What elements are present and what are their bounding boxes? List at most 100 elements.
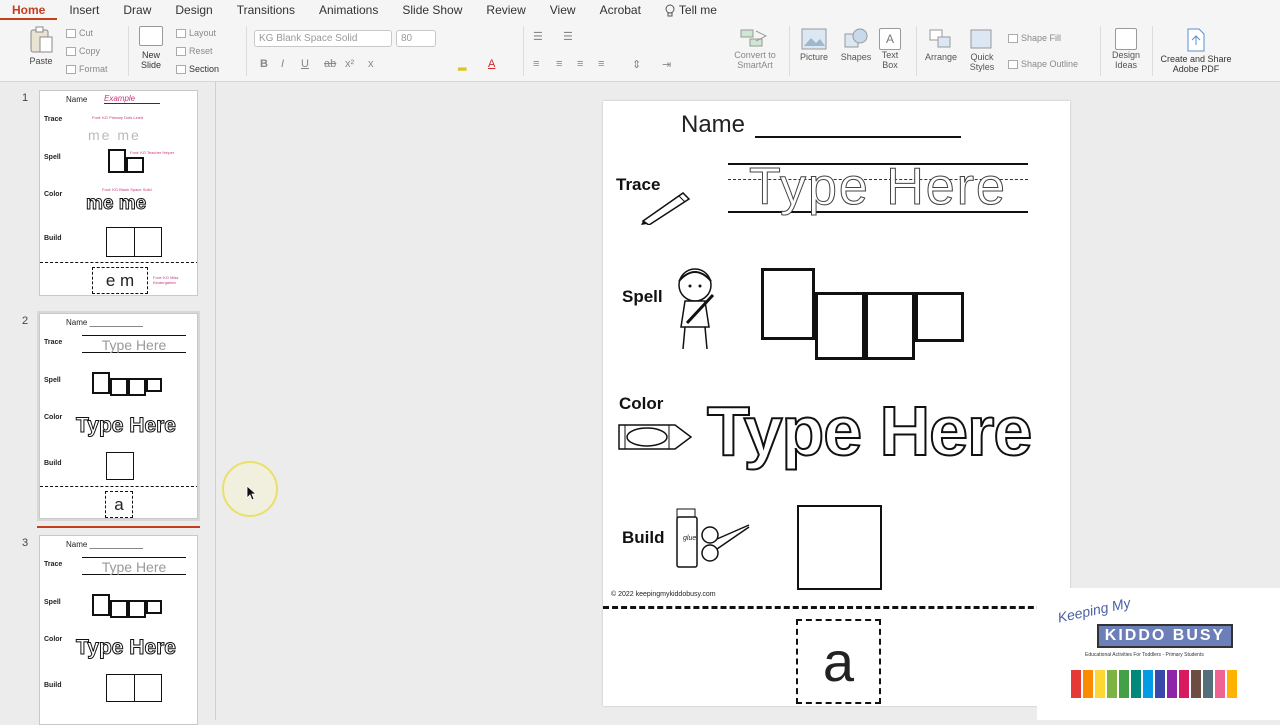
tab-draw[interactable]: Draw bbox=[111, 0, 163, 20]
highlight-button[interactable]: ▂ bbox=[458, 58, 466, 71]
thumb-trace-label: Trace bbox=[44, 116, 63, 123]
tab-transitions[interactable]: Transitions bbox=[225, 0, 307, 20]
divider bbox=[134, 227, 135, 257]
thumb-spell-box bbox=[126, 157, 144, 173]
copy-button[interactable]: Copy bbox=[66, 46, 100, 56]
paste-button[interactable]: Paste bbox=[24, 26, 58, 66]
font-color-button[interactable]: A bbox=[488, 58, 495, 70]
clipboard-icon bbox=[30, 26, 53, 53]
slide-selection-indicator bbox=[37, 526, 200, 528]
line-spacing-button[interactable]: ⇕ bbox=[632, 58, 641, 71]
numbering-button[interactable]: ☰ bbox=[563, 30, 573, 43]
layout-button[interactable]: Layout bbox=[176, 28, 216, 38]
create-pdf-label-1: Create and Share bbox=[1160, 54, 1232, 64]
design-ideas-button[interactable]: Design Ideas bbox=[1106, 28, 1146, 70]
slide-thumbnail-2[interactable]: Name ____________ Trace Type Here Spell … bbox=[37, 311, 200, 521]
divider bbox=[1152, 26, 1153, 76]
build-box[interactable] bbox=[797, 505, 882, 590]
shapes-label: Shapes bbox=[840, 52, 872, 62]
quick-styles-button[interactable]: Quick Styles bbox=[964, 28, 1000, 72]
new-slide-button[interactable]: New Slide bbox=[134, 26, 168, 70]
reset-label: Reset bbox=[189, 46, 213, 56]
build-label[interactable]: Build bbox=[622, 528, 665, 548]
spell-box[interactable] bbox=[815, 292, 865, 360]
thumb-trace-label: Trace bbox=[44, 561, 63, 568]
slide-thumbnail-3[interactable]: Name ____________ Trace Type Here Spell … bbox=[39, 535, 198, 725]
convert-smartart-button[interactable]: Convert to SmartArt bbox=[728, 28, 782, 70]
picture-icon bbox=[801, 28, 827, 50]
tab-review[interactable]: Review bbox=[474, 0, 537, 20]
font-name-dropdown[interactable]: KG Blank Space Solid bbox=[254, 30, 392, 47]
tab-insert[interactable]: Insert bbox=[57, 0, 111, 20]
thumb-build-label: Build bbox=[44, 682, 62, 689]
thumb-example-text: Example bbox=[104, 94, 160, 104]
underline-button[interactable]: U bbox=[301, 58, 309, 70]
text-box-label-1: Text bbox=[881, 50, 899, 60]
thumb-spell-box bbox=[146, 378, 162, 392]
tab-design[interactable]: Design bbox=[163, 0, 224, 20]
spell-label[interactable]: Spell bbox=[622, 287, 663, 307]
italic-button[interactable]: I bbox=[281, 58, 284, 70]
slide-name-label[interactable]: Name bbox=[681, 111, 745, 139]
section-button[interactable]: Section bbox=[176, 64, 219, 74]
divider bbox=[246, 26, 247, 76]
cut-button[interactable]: Cut bbox=[66, 28, 93, 38]
subscript-button[interactable]: x bbox=[368, 58, 374, 70]
shape-outline-button[interactable]: Shape Outline bbox=[1008, 59, 1078, 69]
thumb-trace-word: Type Here bbox=[82, 335, 186, 353]
text-box-label-2: Box bbox=[882, 60, 898, 70]
color-word-text[interactable]: Type Here bbox=[706, 391, 1033, 471]
slide-thumbnail-1[interactable]: Name Example Trace Font: KG Primary Dots… bbox=[39, 90, 198, 296]
divider bbox=[134, 674, 135, 702]
slide-thumbnail-pane[interactable]: 1 Name Example Trace Font: KG Primary Do… bbox=[0, 82, 216, 725]
convert-label-1: Convert to bbox=[734, 50, 776, 60]
text-box-button[interactable]: A Text Box bbox=[876, 28, 904, 70]
slide-canvas[interactable]: Name Trace Type Here Spell Color Type He… bbox=[603, 101, 1070, 706]
superscript-button[interactable]: x² bbox=[345, 58, 354, 70]
align-center-button[interactable]: ≡ bbox=[556, 58, 562, 70]
tab-view[interactable]: View bbox=[538, 0, 588, 20]
thumb-cut-line bbox=[40, 486, 197, 487]
text-direction-button[interactable]: ⇥ bbox=[662, 58, 671, 71]
shapes-button[interactable]: Shapes bbox=[838, 28, 874, 62]
tab-slide-show[interactable]: Slide Show bbox=[390, 0, 474, 20]
format-painter-button[interactable]: Format bbox=[66, 64, 108, 74]
arrange-button[interactable]: Arrange bbox=[922, 28, 960, 62]
spell-box[interactable] bbox=[865, 292, 915, 360]
font-size-dropdown[interactable]: 80 bbox=[396, 30, 436, 47]
design-ideas-label-1: Design bbox=[1111, 50, 1140, 60]
tell-me-box[interactable]: Tell me bbox=[653, 0, 729, 20]
color-label[interactable]: Color bbox=[619, 394, 663, 414]
arrange-label: Arrange bbox=[924, 52, 958, 62]
thumb-color-word: Type Here bbox=[76, 414, 177, 438]
name-line bbox=[755, 136, 961, 138]
cut-letter-tile[interactable]: a bbox=[796, 619, 881, 704]
thumb-spell-box bbox=[128, 378, 146, 396]
reset-button[interactable]: Reset bbox=[176, 46, 213, 56]
tab-home[interactable]: Home bbox=[0, 0, 58, 20]
align-right-button[interactable]: ≡ bbox=[577, 58, 583, 70]
strikethrough-button[interactable]: ab bbox=[324, 58, 336, 70]
shape-fill-button[interactable]: Shape Fill bbox=[1008, 33, 1061, 43]
thumb-trace-label: Trace bbox=[44, 339, 63, 346]
create-adobe-pdf-button[interactable]: Create and Share Adobe PDF bbox=[1158, 28, 1234, 74]
logo-tagline: Educational Activities For Toddlers - Pr… bbox=[1085, 652, 1204, 658]
trace-word-text[interactable]: Type Here bbox=[728, 157, 1028, 217]
spell-box[interactable] bbox=[761, 268, 815, 340]
pdf-share-icon bbox=[1187, 28, 1205, 52]
design-ideas-icon bbox=[1115, 28, 1137, 50]
thumb-letters: a bbox=[105, 491, 133, 518]
tab-animations[interactable]: Animations bbox=[307, 0, 390, 20]
cut-label: Cut bbox=[79, 28, 94, 38]
tab-acrobat[interactable]: Acrobat bbox=[588, 0, 653, 20]
picture-button[interactable]: Picture bbox=[796, 28, 832, 62]
thumb-name-label: Name bbox=[66, 95, 88, 104]
spell-box[interactable] bbox=[915, 292, 964, 342]
shape-outline-label: Shape Outline bbox=[1021, 59, 1079, 69]
scissors-icon bbox=[66, 28, 76, 38]
bold-button[interactable]: B bbox=[260, 58, 268, 70]
justify-button[interactable]: ≡ bbox=[598, 58, 604, 70]
bullets-button[interactable]: ☰ bbox=[533, 30, 543, 43]
layout-label: Layout bbox=[189, 28, 217, 38]
align-left-button[interactable]: ≡ bbox=[533, 58, 539, 70]
